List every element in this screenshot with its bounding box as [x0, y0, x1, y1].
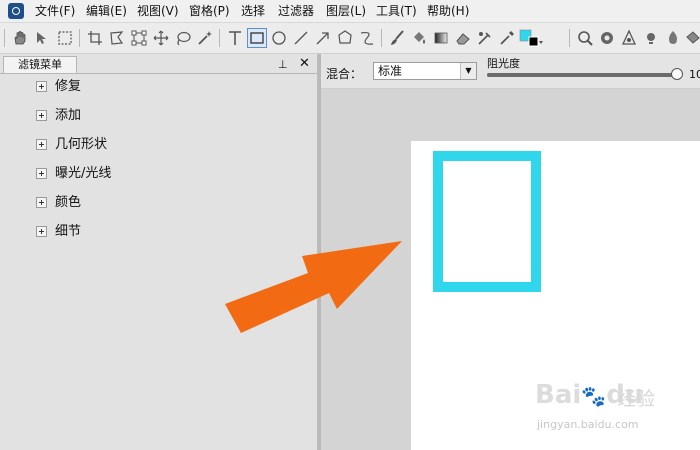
- opacity-slider[interactable]: [487, 73, 677, 77]
- eyedropper-icon[interactable]: [498, 29, 516, 47]
- menu-help[interactable]: 帮助(H): [427, 4, 469, 18]
- menu-layer[interactable]: 图层(L): [326, 4, 366, 18]
- marquee-select-icon[interactable]: [56, 29, 74, 47]
- filter-item-label: 颜色: [55, 195, 82, 210]
- line-icon[interactable]: [292, 29, 310, 47]
- app-icon[interactable]: [8, 3, 24, 19]
- menu-tools[interactable]: 工具(T): [376, 4, 417, 18]
- eraser-icon[interactable]: [454, 29, 472, 47]
- toolbar-separator: [381, 29, 382, 47]
- lighten-icon[interactable]: [642, 29, 660, 47]
- gradient-icon[interactable]: [432, 29, 450, 47]
- zoom-icon[interactable]: [576, 29, 594, 47]
- opacity-slider-thumb[interactable]: [671, 68, 683, 80]
- watermark: Bai🐾du 经验 jingyan.baidu.com: [535, 372, 695, 434]
- color-swatch-icon[interactable]: [518, 29, 544, 47]
- lasso-freehand-icon[interactable]: [174, 29, 192, 47]
- filter-panel-tab[interactable]: 滤镜菜单: [3, 56, 77, 73]
- menu-edit[interactable]: 编辑(E): [86, 4, 127, 18]
- expand-icon[interactable]: [36, 81, 47, 92]
- annotation-arrow-icon: [225, 241, 402, 333]
- settings-icon[interactable]: [598, 29, 616, 47]
- watermark-url: jingyan.baidu.com: [537, 418, 639, 431]
- crop-icon[interactable]: [86, 29, 104, 47]
- toolbar-separator: [569, 29, 570, 47]
- bucket-icon[interactable]: [684, 29, 700, 47]
- filter-item-label: 几何形状: [55, 137, 108, 152]
- menu-file[interactable]: 文件(F): [35, 4, 75, 18]
- close-icon[interactable]: ✕: [299, 56, 310, 71]
- filter-item-label: 细节: [55, 224, 82, 239]
- brush-icon[interactable]: [388, 29, 406, 47]
- opacity-label: 阻光度: [487, 57, 520, 70]
- text-icon[interactable]: [226, 29, 244, 47]
- expand-icon[interactable]: [36, 139, 47, 150]
- expand-icon[interactable]: [36, 197, 47, 208]
- filter-item-label: 修复: [55, 79, 82, 94]
- drawn-rectangle[interactable]: [433, 151, 541, 292]
- menu-view[interactable]: 视图(V): [137, 4, 179, 18]
- opacity-value: 10: [689, 68, 700, 81]
- filter-item-label: 曝光/光线: [55, 166, 112, 181]
- burn-icon[interactable]: [664, 29, 682, 47]
- blend-label: 混合：: [326, 67, 363, 81]
- options-bar: 混合： 标准 ▼ 阻光度 10: [321, 54, 700, 89]
- sharpen-icon[interactable]: [620, 29, 638, 47]
- filter-item-label: 添加: [55, 108, 82, 123]
- watermark-text: 经验: [617, 388, 656, 410]
- toolbar-grip: [4, 29, 5, 47]
- hand-icon[interactable]: [11, 29, 29, 47]
- panel-tab-divider: [0, 73, 317, 74]
- expand-icon[interactable]: [36, 168, 47, 179]
- rectangle-icon[interactable]: [247, 28, 267, 48]
- expand-icon[interactable]: [36, 110, 47, 121]
- menu-filter[interactable]: 过滤器: [278, 4, 314, 18]
- menu-bar: 文件(F) 编辑(E) 视图(V) 窗格(P) 选择 过滤器 图层(L) 工具(…: [0, 0, 700, 23]
- expand-icon[interactable]: [36, 226, 47, 237]
- magic-wand-icon[interactable]: [196, 29, 214, 47]
- fill-icon[interactable]: [410, 29, 428, 47]
- move-icon[interactable]: [152, 29, 170, 47]
- opacity-slider-fill: [487, 73, 677, 77]
- curve-icon[interactable]: [358, 29, 376, 47]
- pin-icon[interactable]: ⊥: [278, 58, 288, 71]
- ellipse-icon[interactable]: [270, 29, 288, 47]
- menu-select[interactable]: 选择: [241, 4, 265, 18]
- pointer-move-icon[interactable]: [33, 29, 51, 47]
- transform-icon[interactable]: [130, 29, 148, 47]
- blend-mode-select[interactable]: 标准 ▼: [373, 62, 477, 80]
- toolbar: [0, 23, 700, 54]
- arrow-icon[interactable]: [314, 29, 332, 47]
- background-color-icon: [528, 36, 539, 47]
- toolbar-separator: [219, 29, 220, 47]
- blend-mode-value: 标准: [378, 64, 403, 78]
- polygon-icon[interactable]: [336, 29, 354, 47]
- toolbar-separator: [79, 29, 80, 47]
- chevron-down-icon[interactable]: ▼: [460, 63, 476, 79]
- lasso-icon[interactable]: [108, 29, 126, 47]
- menu-pane[interactable]: 窗格(P): [189, 4, 230, 18]
- clone-icon[interactable]: [476, 29, 494, 47]
